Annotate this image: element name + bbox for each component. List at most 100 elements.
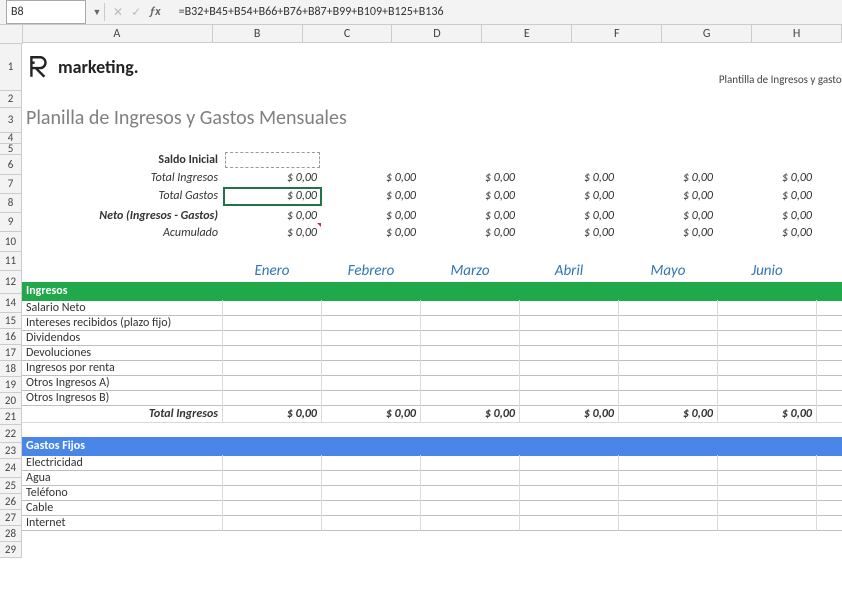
month-Mayo[interactable]: Mayo [619, 260, 718, 283]
gasto-item[interactable]: Cable [22, 500, 223, 516]
gasto-cell[interactable] [718, 485, 817, 501]
empty[interactable] [22, 90, 842, 107]
ingreso-cell[interactable] [718, 345, 817, 361]
total-ingresos-val[interactable]: $ 0,00 [619, 169, 718, 188]
total-ingresos-val[interactable]: $ 0,00 [421, 169, 520, 188]
col-header-A[interactable]: A [22, 25, 213, 43]
ingreso-item[interactable]: Intereses recibidos (plazo fijo) [22, 315, 223, 331]
ingreso-cell[interactable] [619, 360, 718, 376]
gasto-cell[interactable] [619, 470, 718, 486]
header-row[interactable]: marketing.Plantilla de Ingresos y gastos [22, 43, 842, 91]
empty[interactable] [619, 150, 718, 170]
row-header-25[interactable]: 25 [0, 478, 22, 494]
row-header-24[interactable]: 24 [0, 459, 22, 478]
empty[interactable] [817, 422, 842, 438]
gasto-cell[interactable] [619, 500, 718, 516]
gasto-cell[interactable] [223, 515, 322, 531]
total-ingresos-section-val[interactable]: $ 0,00 [520, 405, 619, 423]
month-Enero[interactable]: Enero [223, 260, 322, 283]
fx-icon[interactable]: ƒx [149, 5, 161, 19]
row-header-8[interactable]: 8 [0, 194, 22, 213]
gasto-cell[interactable] [520, 485, 619, 501]
gasto-cell[interactable] [322, 455, 421, 471]
col-header-H[interactable]: H [752, 25, 842, 43]
row-header-2[interactable]: 2 [0, 91, 22, 108]
month-Julio[interactable]: Julio [817, 260, 842, 283]
ingreso-cell[interactable] [718, 315, 817, 331]
empty[interactable] [22, 242, 842, 261]
section-ingresos[interactable]: Ingresos [22, 282, 842, 301]
gasto-cell[interactable] [223, 485, 322, 501]
ingreso-cell[interactable] [223, 360, 322, 376]
month-Marzo[interactable]: Marzo [421, 260, 520, 283]
ingreso-cell[interactable] [520, 315, 619, 331]
gasto-item[interactable]: Internet [22, 515, 223, 531]
ingreso-item[interactable]: Dividendos [22, 330, 223, 346]
gasto-cell[interactable] [520, 500, 619, 516]
total-ingresos-val[interactable]: $ 0,00 [718, 169, 817, 188]
ingreso-cell[interactable] [223, 300, 322, 316]
ingreso-cell[interactable] [322, 390, 421, 406]
total-gastos-val[interactable]: $ 0,00 [322, 187, 421, 206]
acumulado-val[interactable]: $ 0,00 [520, 223, 619, 243]
acumulado-val[interactable]: $ 0,00 [223, 223, 322, 243]
gasto-cell[interactable] [322, 485, 421, 501]
row-header-1[interactable]: 1 [0, 43, 22, 91]
gasto-cell[interactable] [817, 485, 842, 501]
formula-input[interactable]: =B32+B45+B54+B66+B76+B87+B99+B109+B125+B… [175, 5, 842, 19]
total-ingresos-section-label[interactable]: Total Ingresos [22, 405, 223, 423]
empty[interactable] [520, 422, 619, 438]
total-ingresos-section-val[interactable]: $ 0,00 [223, 405, 322, 423]
gasto-cell[interactable] [322, 500, 421, 516]
ingreso-cell[interactable] [718, 390, 817, 406]
ingreso-cell[interactable] [421, 390, 520, 406]
section-gastos-fijos[interactable]: Gastos Fijos [22, 437, 842, 456]
ingreso-cell[interactable] [619, 390, 718, 406]
ingreso-cell[interactable] [520, 390, 619, 406]
ingreso-cell[interactable] [520, 330, 619, 346]
ingreso-cell[interactable] [817, 375, 842, 391]
gasto-cell[interactable] [619, 515, 718, 531]
ingreso-cell[interactable] [421, 360, 520, 376]
col-header-G[interactable]: G [662, 25, 752, 43]
name-box-dropdown[interactable]: ▼ [90, 7, 104, 18]
row-header-5[interactable]: 5 [0, 144, 22, 155]
gasto-cell[interactable] [421, 515, 520, 531]
gasto-cell[interactable] [322, 515, 421, 531]
row-header-28[interactable]: 28 [0, 526, 22, 542]
ingreso-cell[interactable] [223, 345, 322, 361]
gasto-cell[interactable] [223, 470, 322, 486]
ingreso-cell[interactable] [421, 375, 520, 391]
ingreso-item[interactable]: Otros Ingresos B) [22, 390, 223, 406]
ingreso-cell[interactable] [619, 315, 718, 331]
row-header-11[interactable]: 11 [0, 252, 22, 271]
ingreso-cell[interactable] [718, 375, 817, 391]
empty[interactable] [421, 422, 520, 438]
total-gastos-val[interactable]: $ 0,00 [520, 187, 619, 206]
gasto-cell[interactable] [421, 455, 520, 471]
empty[interactable] [223, 422, 322, 438]
row-header-21[interactable]: 21 [0, 409, 22, 425]
row-header-26[interactable]: 26 [0, 494, 22, 510]
empty[interactable] [718, 422, 817, 438]
total-ingresos-section-val[interactable]: $ 0,00 [817, 405, 842, 423]
total-gastos-val[interactable]: $ 0,00 [817, 187, 842, 206]
row-header-17[interactable]: 17 [0, 345, 22, 361]
gasto-item[interactable]: Electricidad [22, 455, 223, 471]
gasto-cell[interactable] [322, 470, 421, 486]
gasto-cell[interactable] [817, 470, 842, 486]
gasto-cell[interactable] [619, 455, 718, 471]
select-all-corner[interactable] [0, 25, 23, 44]
total-gastos-val[interactable]: $ 0,00 [421, 187, 520, 206]
ingreso-item[interactable]: Otros Ingresos A) [22, 375, 223, 391]
ingreso-cell[interactable] [520, 300, 619, 316]
total-ingresos-val[interactable]: $ 0,00 [520, 169, 619, 188]
ingreso-cell[interactable] [421, 315, 520, 331]
total-ingresos-val[interactable]: $ 0,00 [817, 169, 842, 188]
ingreso-cell[interactable] [223, 330, 322, 346]
gasto-cell[interactable] [421, 500, 520, 516]
empty[interactable] [718, 150, 817, 170]
col-header-E[interactable]: E [482, 25, 572, 43]
gasto-cell[interactable] [223, 455, 322, 471]
ingreso-item[interactable]: Salario Neto [22, 300, 223, 316]
